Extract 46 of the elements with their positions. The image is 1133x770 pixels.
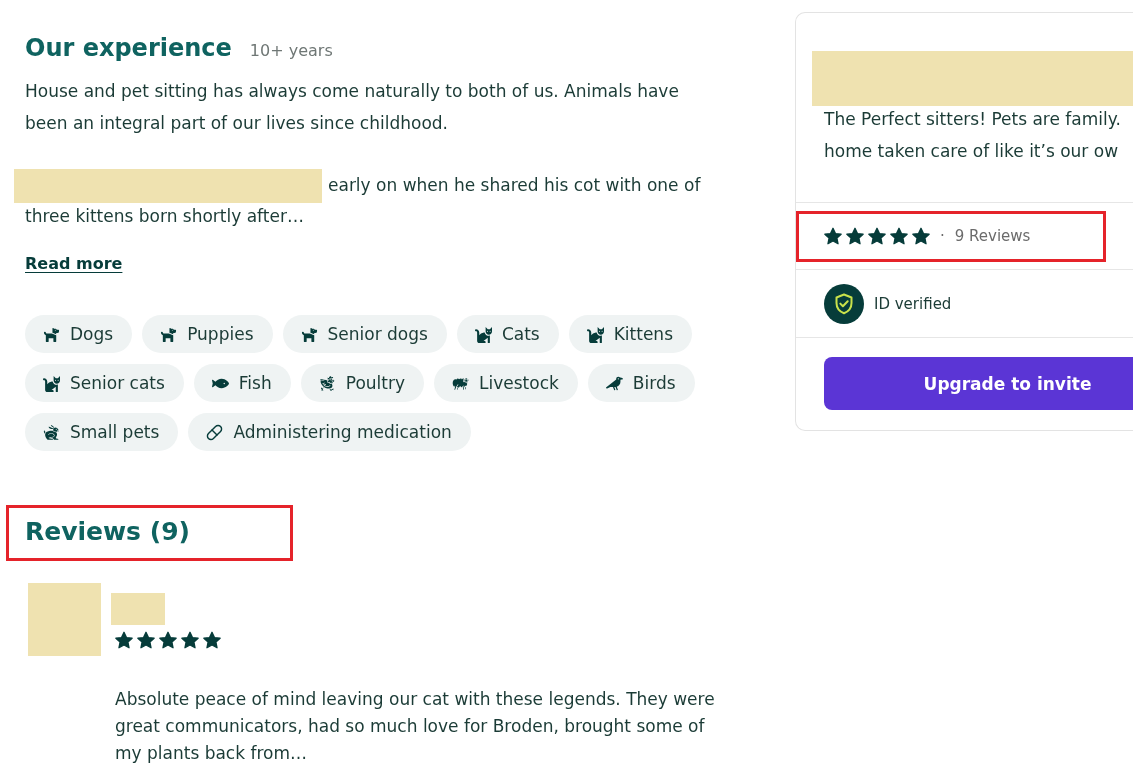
read-more-link[interactable]: Read more xyxy=(25,252,123,276)
redaction-block xyxy=(111,593,165,625)
shield-check-icon xyxy=(824,283,864,324)
star-icon xyxy=(181,631,199,649)
star-icon xyxy=(912,227,930,245)
verification-label: ID verified xyxy=(874,294,952,313)
service-label: Kittens xyxy=(613,324,673,344)
service-label: Senior cats xyxy=(70,373,165,393)
service-label: Birds xyxy=(632,373,676,393)
bird-icon xyxy=(605,374,623,392)
dog-icon xyxy=(300,325,318,343)
star-icon xyxy=(868,227,886,245)
star-icon xyxy=(824,227,842,245)
service-label: Small pets xyxy=(70,422,160,442)
star-icon xyxy=(203,631,221,649)
bio-paragraph: early on when he shared his cot with one of three kittens born shortly after… xyxy=(25,174,702,228)
experience-years: 10+ years xyxy=(249,41,333,60)
review-count: 9 Reviews xyxy=(954,227,1031,245)
service-label: Administering medication xyxy=(233,422,452,442)
star-icon xyxy=(115,631,133,649)
cat-icon xyxy=(586,325,604,343)
bio-paragraph: House and pet sitting has always come naturally to both of us. Animals have been an integral part of our lives since childhood. xyxy=(25,80,680,135)
service-label: Poultry xyxy=(345,373,405,393)
review-text: Absolute peace of mind leaving our cat with these legends. They were great communicators, had so much love for Broden, brought some of my plants back from… xyxy=(115,688,716,765)
cat-icon xyxy=(474,325,492,343)
service-label: Cats xyxy=(501,324,540,344)
service-label: Dogs xyxy=(70,324,114,344)
dog-icon xyxy=(160,325,178,343)
pill-icon xyxy=(206,423,224,441)
service-label: Senior dogs xyxy=(327,324,428,344)
chicken-icon xyxy=(318,374,336,392)
section-heading: Our experience xyxy=(25,33,232,64)
service-label: Livestock xyxy=(479,373,559,393)
upgrade-button[interactable]: Upgrade to invite xyxy=(824,357,1133,410)
separator-dot: · xyxy=(940,227,945,245)
star-icon xyxy=(890,227,908,245)
cat-icon xyxy=(43,374,60,392)
service-label: Puppies xyxy=(187,324,254,344)
service-label: Fish xyxy=(238,373,272,393)
rabbit-icon xyxy=(43,423,60,441)
star-icon xyxy=(846,227,864,245)
star-icon xyxy=(159,631,177,649)
dog-icon xyxy=(43,325,60,343)
section-heading: Reviews (9) xyxy=(25,516,190,548)
intro-text: The Perfect sitters! Pets are family. home taken care of like it’s our ow xyxy=(824,108,1122,163)
star-icon xyxy=(137,631,155,649)
